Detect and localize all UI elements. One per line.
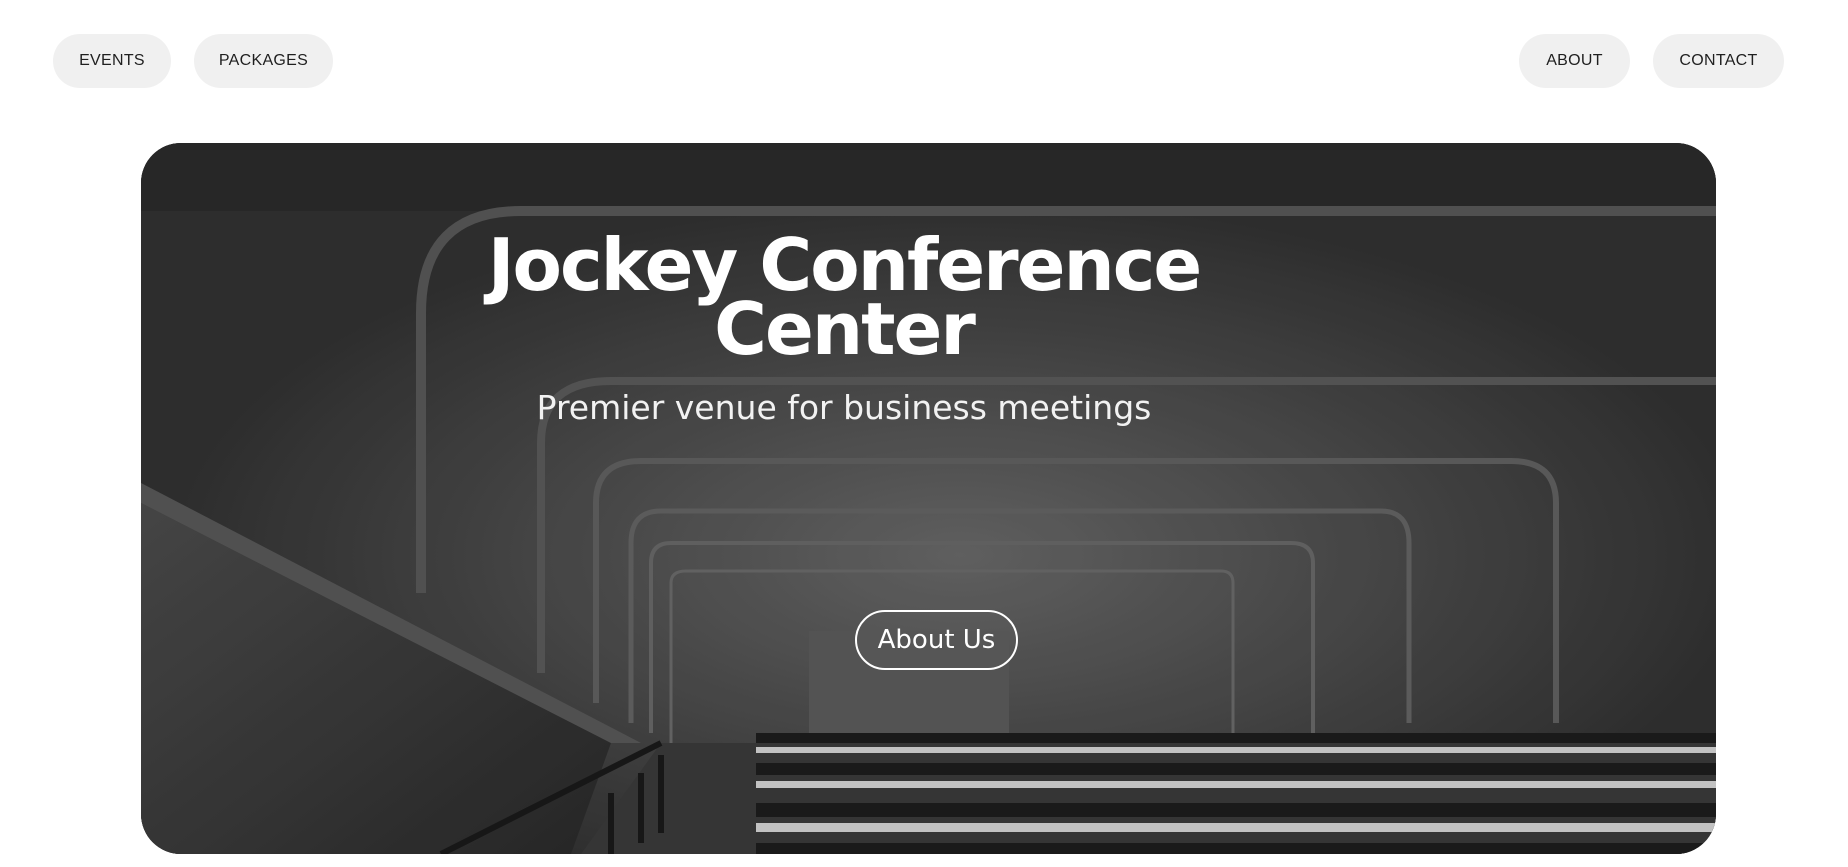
nav-about-button[interactable]: ABOUT <box>1519 34 1630 88</box>
nav-packages-button[interactable]: PACKAGES <box>194 34 333 88</box>
nav-contact-label: CONTACT <box>1679 52 1758 69</box>
about-us-button[interactable]: About Us <box>855 610 1018 670</box>
hero-subtitle: Premier venue for business meetings <box>536 388 1152 427</box>
nav-contact-button[interactable]: CONTACT <box>1653 34 1784 88</box>
nav-events-button[interactable]: EVENTS <box>53 34 171 88</box>
nav-events-label: EVENTS <box>79 52 145 69</box>
nav-about-label: ABOUT <box>1546 52 1603 69</box>
about-us-label: About Us <box>877 625 996 655</box>
hero-title: Jockey Conference Center <box>141 229 1547 365</box>
top-navigation: EVENTS PACKAGES ABOUT CONTACT <box>0 0 1848 120</box>
hero-title-line2: Center <box>714 287 976 371</box>
hero-section: Jockey Conference Center Premier venue f… <box>141 143 1716 854</box>
nav-packages-label: PACKAGES <box>218 52 309 69</box>
